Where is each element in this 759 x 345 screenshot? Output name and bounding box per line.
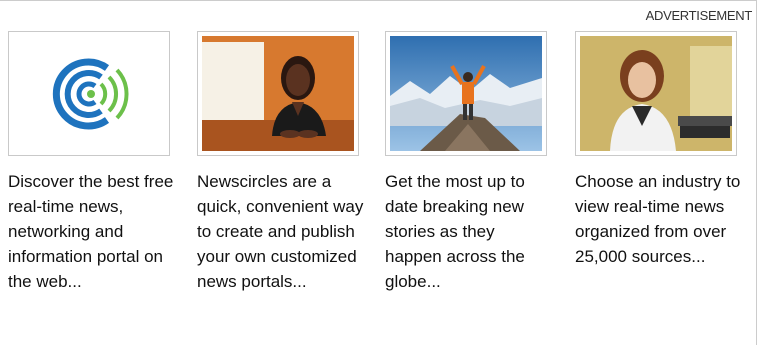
ad-card-text[interactable]: Get the most up to date breaking new sto… xyxy=(385,169,553,294)
concentric-circles-logo-icon xyxy=(13,36,165,151)
woman-at-computer-photo-icon xyxy=(580,36,732,151)
advertisement-label: ADVERTISEMENT xyxy=(645,8,753,23)
ad-card-text[interactable]: Newscircles are a quick, convenient way … xyxy=(197,169,365,294)
woman-at-desk-photo-icon xyxy=(202,36,354,151)
ad-card-industry[interactable]: Choose an industry to view real-time new… xyxy=(575,31,747,269)
ad-card-discover[interactable]: Discover the best free real-time news, n… xyxy=(8,31,180,294)
ad-card-thumbnail[interactable] xyxy=(575,31,737,156)
ad-card-thumbnail[interactable] xyxy=(385,31,547,156)
ad-card-thumbnail[interactable] xyxy=(197,31,359,156)
ad-card-text[interactable]: Discover the best free real-time news, n… xyxy=(8,169,176,294)
ad-card-breaking-news[interactable]: Get the most up to date breaking new sto… xyxy=(385,31,557,294)
ad-card-thumbnail[interactable] xyxy=(8,31,170,156)
hiker-on-mountain-photo-icon xyxy=(390,36,542,151)
ad-card-newscircles[interactable]: Newscircles are a quick, convenient way … xyxy=(197,31,369,294)
ad-card-text[interactable]: Choose an industry to view real-time new… xyxy=(575,169,743,269)
advertisement-unit: ADVERTISEMENT Discover the best free rea… xyxy=(0,0,757,345)
